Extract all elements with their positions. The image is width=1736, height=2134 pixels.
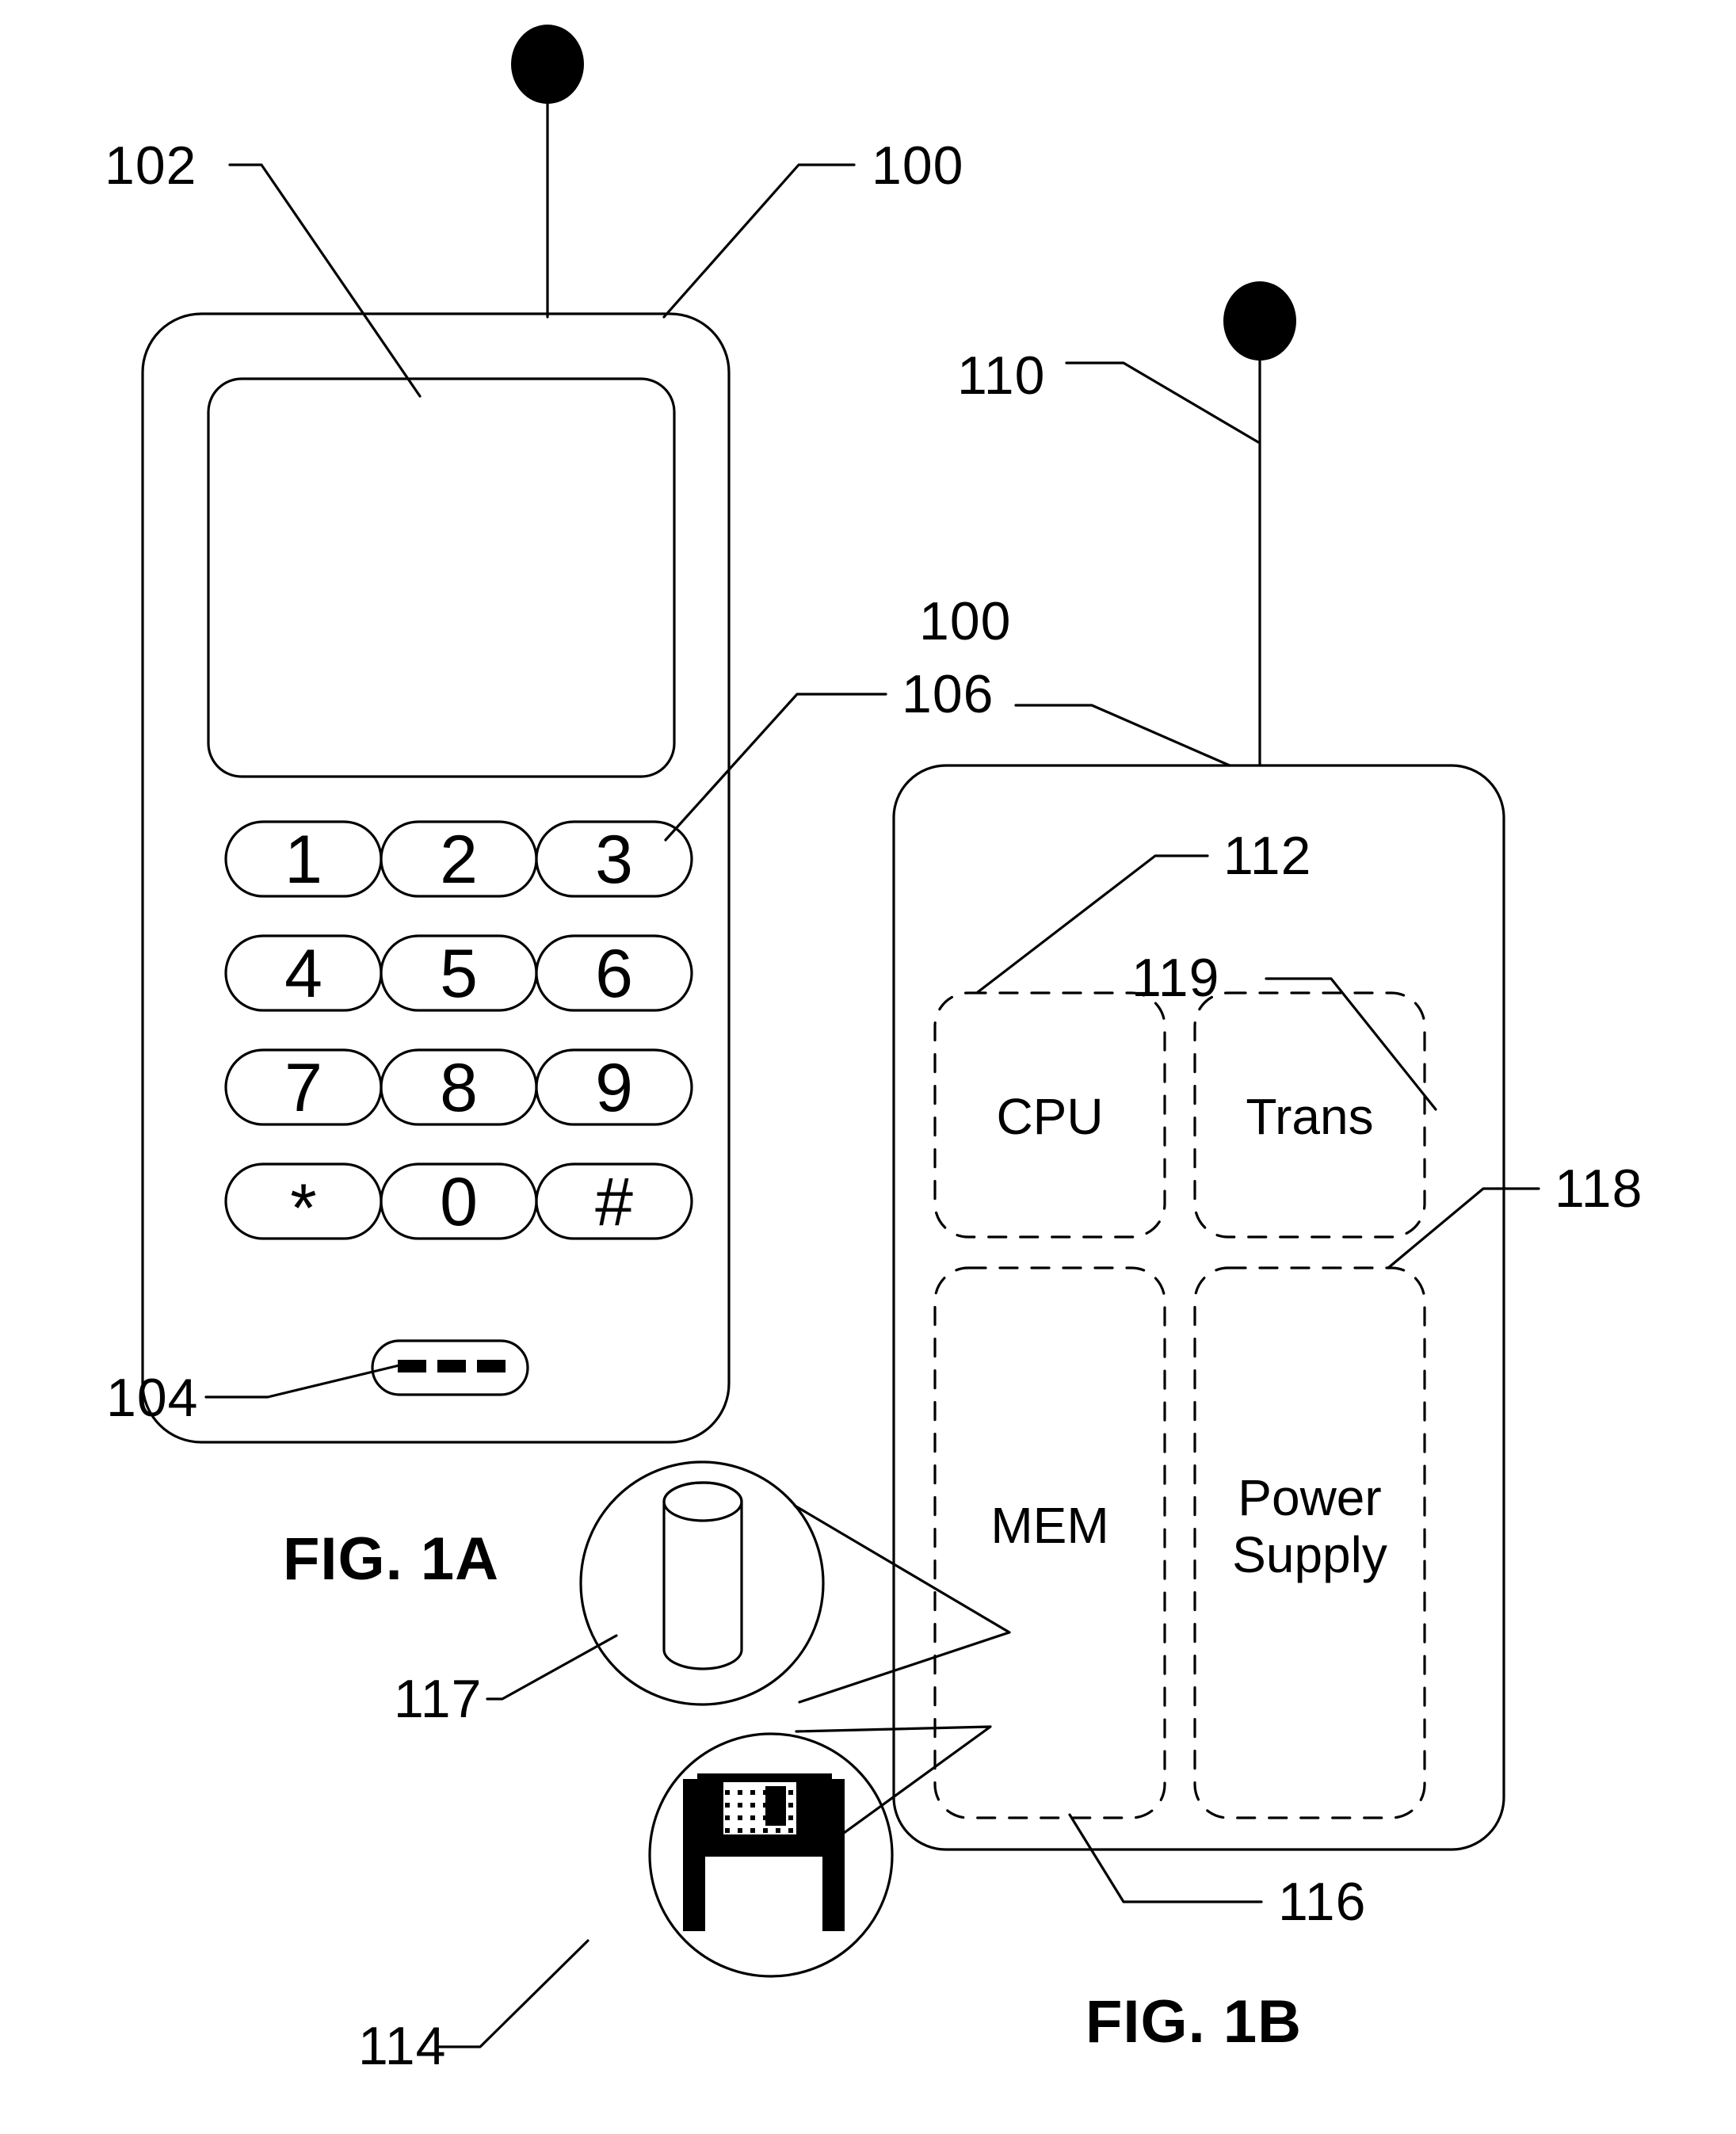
key-label-hash: # [595,1164,633,1240]
floppy-disk-icon [683,1773,845,1931]
ref-numeral-116: 116 [1278,1872,1367,1932]
power-supply-line-2: Supply [1232,1525,1387,1583]
key-label-9: 9 [595,1050,633,1126]
ref-numeral-117: 117 [394,1669,483,1729]
ref-numeral-118: 118 [1555,1159,1643,1219]
leader-110 [1065,361,1260,444]
key-label-6: 6 [595,936,633,1012]
key-label-star: * [290,1170,317,1246]
key-label-5: 5 [440,936,478,1012]
ref-numeral-112: 112 [1223,826,1312,886]
ref-numeral-104: 104 [106,1368,199,1428]
leader-114 [435,1939,589,2048]
key-label-4: 4 [284,936,322,1012]
power-supply-block-label: Power Supply [1195,1469,1425,1583]
patent-figure-sheet: 102 100 106 104 1 2 3 4 5 6 7 8 9 * 0 # … [0,0,1736,2134]
power-supply-line-1: Power [1238,1469,1382,1526]
key-label-1: 1 [284,822,322,898]
key-label-3: 3 [595,822,633,898]
ref-numeral-100-fig1b: 100 [919,591,1012,651]
leader-116 [1068,1813,1263,1903]
figure-caption-1b: FIG. 1B [1085,1988,1303,2056]
ref-numeral-114: 114 [358,2016,447,2076]
figure-caption-1a: FIG. 1A [283,1525,500,1593]
key-label-0: 0 [440,1164,478,1240]
antenna-ball-fig1b [1223,281,1296,361]
key-label-7: 7 [284,1050,322,1126]
ref-numeral-106: 106 [902,664,994,724]
leader-117 [486,1634,618,1701]
cpu-block-label: CPU [996,1088,1104,1145]
display-screen-fig1a [207,377,676,778]
leader-100-fig1b [1014,704,1231,767]
mem-block-label: MEM [990,1497,1109,1554]
trans-block-label: Trans [1246,1088,1374,1145]
ref-numeral-102: 102 [105,136,197,196]
antenna-ball-fig1a [511,25,584,104]
ref-numeral-119: 119 [1131,948,1220,1008]
leader-118 [1387,1187,1540,1269]
leader-100-fig1a [662,163,856,319]
function-bar-dashes [398,1360,506,1372]
ref-numeral-110: 110 [957,345,1046,406]
key-label-2: 2 [440,822,478,898]
leader-106 [664,693,887,842]
handset-body-fig1b [892,764,1505,1851]
leader-102 [228,163,422,398]
ref-numeral-100-fig1a: 100 [872,136,964,196]
key-label-8: 8 [440,1050,478,1126]
database-cylinder-icon [662,1481,743,1670]
